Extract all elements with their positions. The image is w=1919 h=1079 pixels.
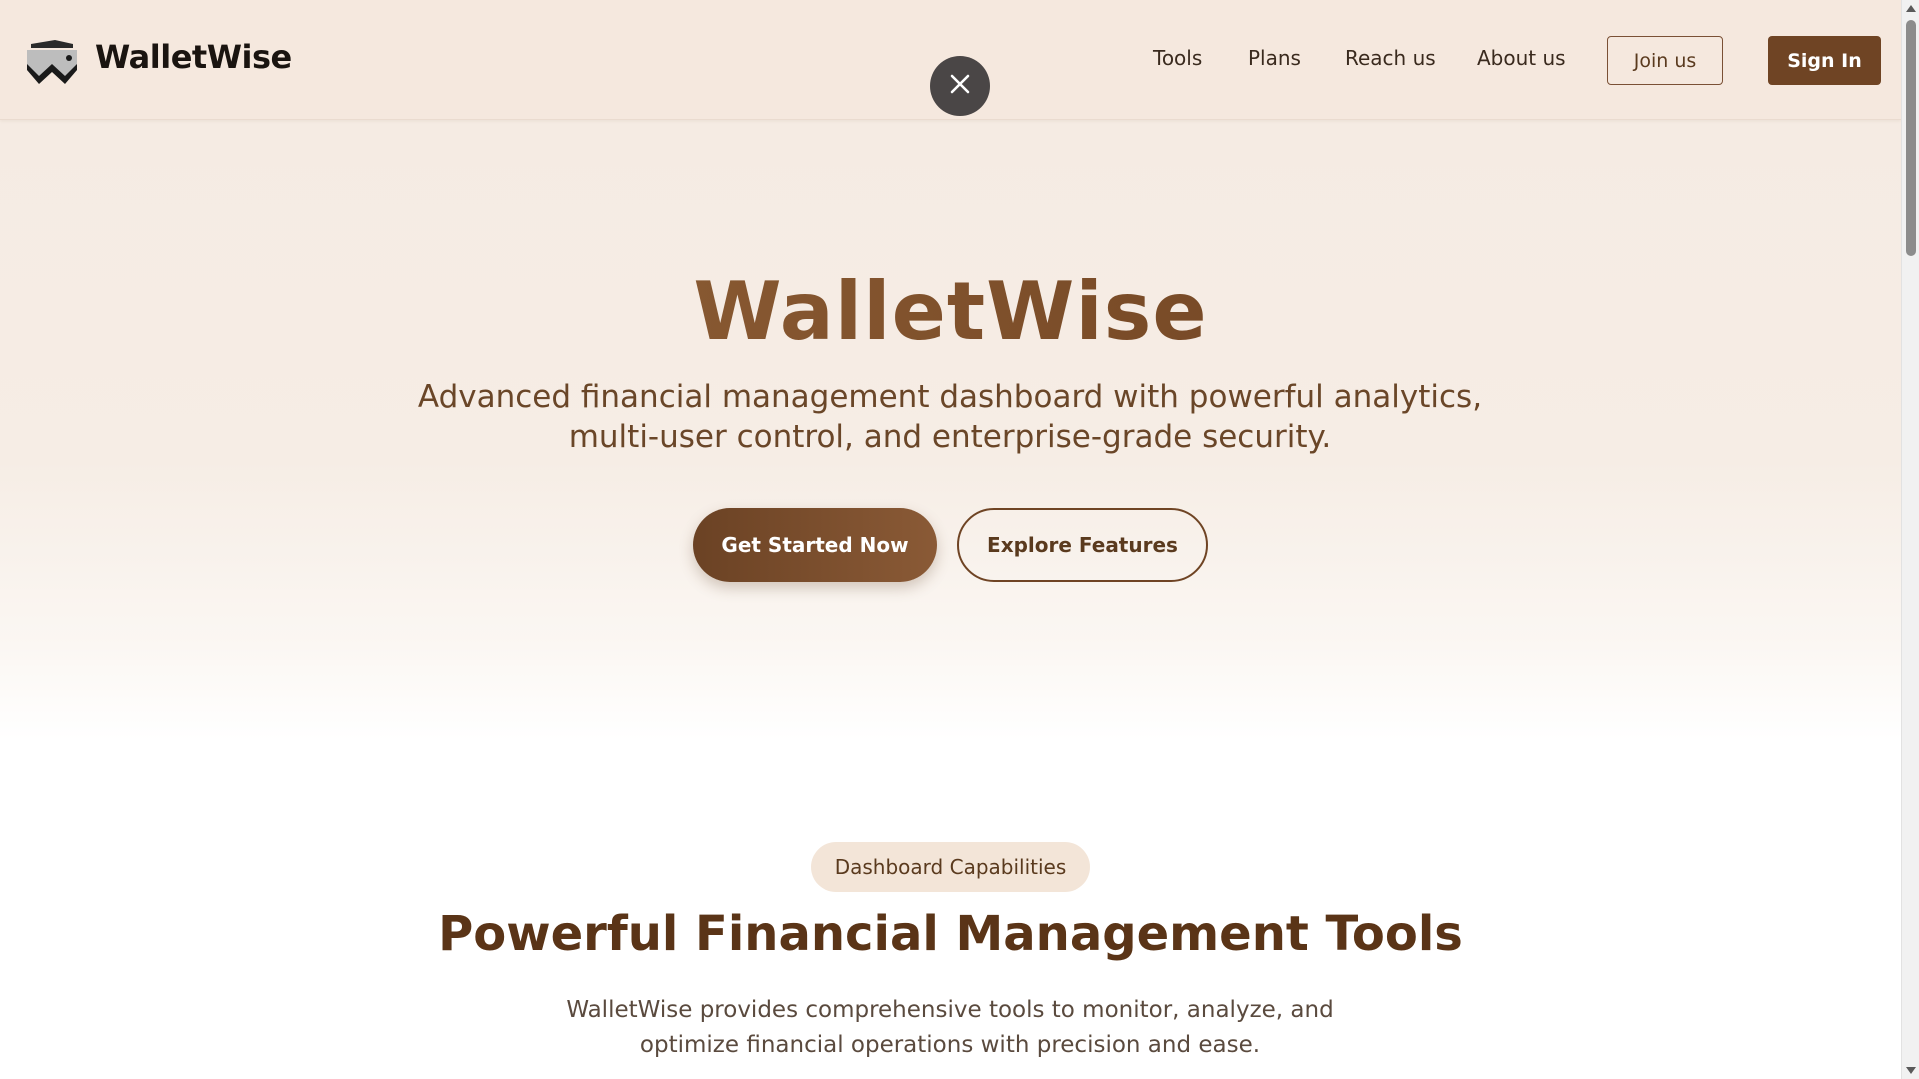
hero-title: WalletWise [0, 265, 1901, 358]
dashboard-capabilities-badge: Dashboard Capabilities [811, 842, 1090, 892]
nav-link-plans[interactable]: Plans [1248, 46, 1301, 70]
brand-name[interactable]: WalletWise [95, 38, 292, 76]
section-title: Powerful Financial Management Tools [438, 906, 1463, 962]
hero-subtitle-line-2: multi-user control, and enterprise-grade… [568, 419, 1332, 455]
join-us-button[interactable]: Join us [1607, 36, 1723, 85]
section-description-line-2: optimize financial operations with preci… [639, 1032, 1261, 1058]
nav-link-about-us[interactable]: About us [1477, 46, 1566, 70]
hero-subtitle-line-1: Advanced financial management dashboard … [417, 379, 1483, 415]
sign-in-button[interactable]: Sign In [1768, 36, 1881, 85]
page-scrollbar[interactable] [1901, 0, 1919, 1079]
scroll-up-arrow-icon[interactable] [1906, 5, 1916, 12]
scroll-down-arrow-icon[interactable] [1906, 1067, 1916, 1074]
hero-section: WalletWise Advanced financial management… [0, 120, 1901, 740]
section-description-line-1: WalletWise provides comprehensive tools … [566, 997, 1334, 1023]
hero-subtitle: Advanced financial management dashboard … [400, 377, 1500, 457]
nav-link-reach-us[interactable]: Reach us [1345, 46, 1436, 70]
section-description: WalletWise provides comprehensive tools … [560, 993, 1340, 1063]
page: WalletWise Tools Plans Reach us About us… [0, 0, 1901, 1079]
close-icon [949, 73, 971, 99]
nav-link-tools[interactable]: Tools [1153, 46, 1202, 70]
close-button[interactable] [930, 56, 990, 116]
scrollbar-thumb[interactable] [1906, 20, 1916, 256]
get-started-button[interactable]: Get Started Now [693, 508, 937, 582]
walletwise-logo-icon[interactable] [25, 36, 79, 86]
explore-features-button[interactable]: Explore Features [957, 508, 1208, 582]
